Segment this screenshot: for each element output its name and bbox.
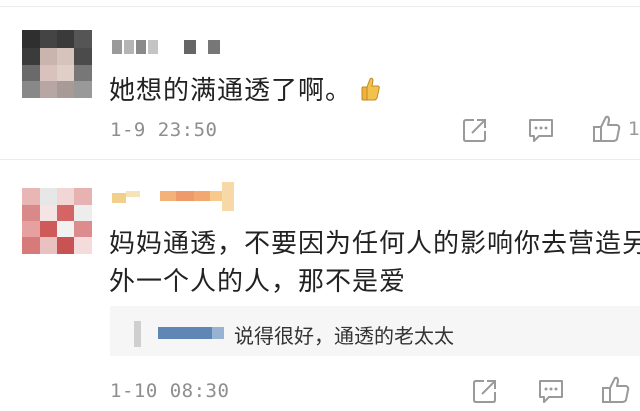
comment-button[interactable] — [537, 378, 565, 404]
like-icon — [602, 376, 630, 403]
avatar[interactable] — [22, 30, 92, 98]
share-button[interactable] — [472, 378, 498, 404]
comment-text-line-1: 妈妈通透，不要因为任何人的影响你去营造另 — [109, 229, 640, 259]
comment-divider — [0, 159, 640, 160]
share-icon — [473, 380, 496, 403]
like-button[interactable] — [592, 114, 622, 144]
like-count: 1 — [628, 118, 640, 140]
timestamp: 1-10 08:30 — [110, 380, 230, 402]
share-icon — [463, 119, 486, 142]
timestamp: 1-9 23:50 — [110, 119, 218, 141]
top-divider — [0, 6, 640, 7]
thumbs-up-icon — [361, 77, 381, 108]
comment-text: 她想的满通透了啊。 — [109, 70, 381, 108]
comment-icon — [539, 380, 563, 403]
reply-text: 说得很好，通透的老太太 — [234, 324, 454, 348]
comment-text-line-2: 外一个人的人，那不是爱 — [109, 267, 407, 297]
share-button[interactable] — [462, 117, 488, 143]
avatar[interactable] — [22, 188, 92, 254]
comment-button[interactable] — [527, 117, 555, 143]
like-button[interactable] — [601, 375, 631, 405]
like-icon — [593, 115, 621, 142]
comment-icon — [529, 119, 553, 142]
